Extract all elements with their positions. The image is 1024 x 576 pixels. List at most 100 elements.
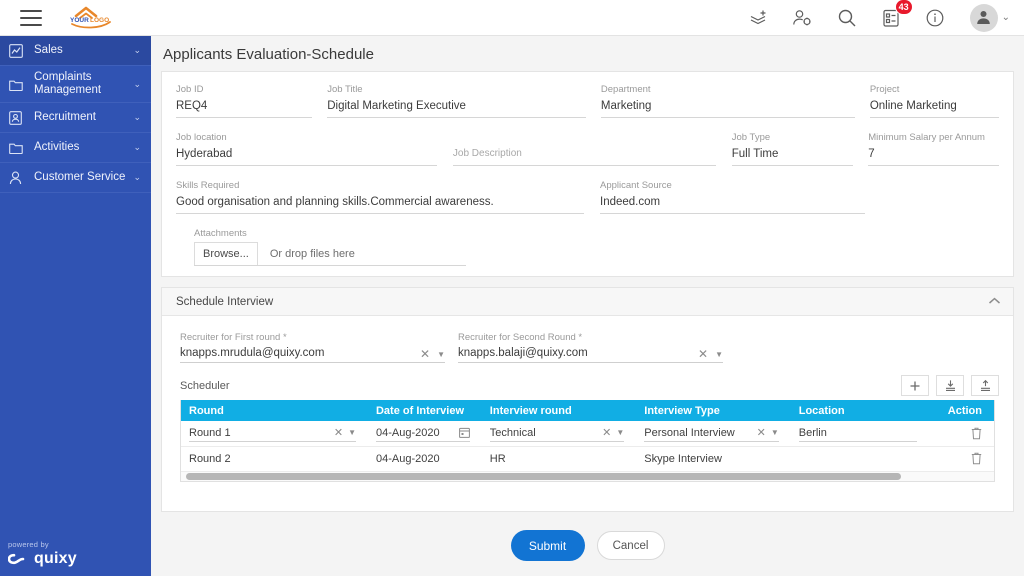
cell-action[interactable] xyxy=(928,421,994,447)
cancel-button[interactable]: Cancel xyxy=(596,531,665,560)
info-icon[interactable] xyxy=(922,5,948,31)
chevron-down-icon[interactable]: ▼ xyxy=(345,428,356,437)
table-row[interactable]: Round 1 ✕ ▼ 04-Aug-2020 Technical ✕ ▼ Pe… xyxy=(181,421,994,447)
round-value: Round 1 xyxy=(189,426,231,439)
add-layers-icon[interactable] xyxy=(746,5,772,31)
clear-icon[interactable]: ✕ xyxy=(602,426,613,439)
job-title-label: Job Title xyxy=(327,84,363,95)
brand-logo[interactable]: YOUR LOGO xyxy=(66,4,122,32)
chevron-down-icon: ⌄ xyxy=(133,172,141,182)
skills-required-value: Good organisation and planning skills.Co… xyxy=(176,196,494,208)
recruiter-first-round-label: Recruiter for First round * xyxy=(180,332,445,344)
skills-required-field[interactable]: Skills Required Good organisation and pl… xyxy=(176,180,584,214)
chevron-down-icon[interactable]: ▼ xyxy=(768,428,779,437)
field-underline xyxy=(176,117,312,118)
job-type-field[interactable]: Job Type Full Time xyxy=(731,132,853,166)
clear-icon[interactable]: ✕ xyxy=(334,426,345,439)
label-text: Recruiter for First round xyxy=(180,332,281,343)
required-marker: * xyxy=(578,332,583,343)
job-location-field[interactable]: Job location Hyderabad xyxy=(176,132,438,166)
chevron-down-icon[interactable]: ▼ xyxy=(711,350,723,362)
cell-round[interactable]: Round 1 ✕ ▼ xyxy=(181,421,368,447)
submit-button[interactable]: Submit xyxy=(510,530,585,561)
recruiter-first-round-field[interactable]: Recruiter for First round * knapps.mrudu… xyxy=(180,332,445,363)
powered-by-label: powered by xyxy=(8,540,49,549)
cell-interview-type: Skype Interview xyxy=(636,446,791,472)
job-title-field[interactable]: Job Title Digital Marketing Executive xyxy=(327,84,586,118)
sidebar-item-sales[interactable]: Sales ⌄ xyxy=(0,36,151,66)
chevron-down-icon: ⌄ xyxy=(133,112,141,122)
applicant-source-field[interactable]: Applicant Source Indeed.com xyxy=(600,180,865,214)
recruiter-second-round-label: Recruiter for Second Round * xyxy=(458,332,723,344)
interview-round-value: Technical xyxy=(489,426,536,439)
export-button[interactable] xyxy=(971,375,999,396)
attachments-label: Attachments xyxy=(194,228,247,239)
job-description-field[interactable]: . Job Description xyxy=(452,132,717,166)
sidebar-item-label: Sales xyxy=(34,44,63,56)
sidebar-item-complaints-management[interactable]: Complaints Management ⌄ xyxy=(0,66,151,103)
cell-interview-round: HR xyxy=(481,446,637,472)
job-details-card: Job ID REQ4 Job Title Digital Marketing … xyxy=(161,71,1014,277)
sidebar-item-label: Complaints Management xyxy=(34,71,102,96)
horizontal-scrollbar[interactable] xyxy=(181,471,994,481)
column-header-round: Round xyxy=(181,400,368,421)
import-button[interactable] xyxy=(936,375,964,396)
department-field[interactable]: Department Marketing xyxy=(600,84,855,118)
job-description-placeholder: Job Description xyxy=(452,148,522,159)
top-bar: YOUR LOGO 43 ⌄ xyxy=(0,0,1024,36)
cell-location[interactable]: Berlin xyxy=(790,421,929,447)
department-label: Department xyxy=(600,84,651,95)
user-settings-icon[interactable] xyxy=(790,5,816,31)
cell-date[interactable]: 04-Aug-2020 xyxy=(367,421,482,447)
page-title: Applicants Evaluation-Schedule xyxy=(163,46,374,63)
cell-interview-type[interactable]: Personal Interview ✕ ▼ xyxy=(636,421,791,447)
clear-icon[interactable]: ✕ xyxy=(757,426,768,439)
project-field[interactable]: Project Online Marketing xyxy=(869,84,999,118)
delete-icon[interactable] xyxy=(937,452,994,465)
chevron-up-icon[interactable] xyxy=(988,296,1001,308)
job-id-value: REQ4 xyxy=(176,100,208,112)
sidebar-item-customer-service[interactable]: Customer Service ⌄ xyxy=(0,163,151,193)
sidebar: Sales ⌄ Complaints Management ⌄ Recruitm… xyxy=(0,36,151,576)
scrollbar-thumb[interactable] xyxy=(186,472,901,480)
clear-icon[interactable]: ✕ xyxy=(420,347,433,362)
add-row-button[interactable] xyxy=(901,375,929,396)
quixy-logo-icon xyxy=(8,553,25,565)
delete-icon[interactable] xyxy=(937,427,994,440)
field-underline xyxy=(176,165,438,166)
chart-icon xyxy=(9,43,29,58)
job-title-value: Digital Marketing Executive xyxy=(327,100,466,112)
hamburger-icon[interactable] xyxy=(20,9,42,26)
search-icon[interactable] xyxy=(834,5,860,31)
clear-icon[interactable]: ✕ xyxy=(698,347,711,362)
browse-button[interactable]: Browse... xyxy=(194,242,258,265)
avatar xyxy=(969,3,998,32)
calendar-icon[interactable] xyxy=(455,427,470,439)
job-details-row-3: Skills Required Good organisation and pl… xyxy=(176,166,999,214)
tasks-icon[interactable]: 43 xyxy=(878,0,913,31)
chevron-down-icon[interactable]: ▼ xyxy=(613,428,624,437)
svg-text:LOGO: LOGO xyxy=(90,17,109,24)
field-underline xyxy=(600,213,865,214)
schedule-interview-header: Schedule Interview xyxy=(162,288,1013,316)
attachments-field: Attachments Browse... Or drop files here xyxy=(194,214,466,266)
sidebar-item-recruitment[interactable]: Recruitment ⌄ xyxy=(0,103,151,133)
id-card-icon xyxy=(9,110,29,125)
location-value: Berlin xyxy=(798,426,827,439)
recruiter-second-round-field[interactable]: Recruiter for Second Round * knapps.bala… xyxy=(458,332,723,363)
min-salary-field[interactable]: Minimum Salary per Annum 7 xyxy=(868,132,999,166)
folder-icon xyxy=(9,78,29,91)
avatar-menu[interactable]: ⌄ xyxy=(969,3,1010,32)
job-id-field[interactable]: Job ID REQ4 xyxy=(176,84,312,118)
sidebar-item-activities[interactable]: Activities ⌄ xyxy=(0,133,151,163)
min-salary-value: 7 xyxy=(868,148,875,160)
required-marker: * xyxy=(282,332,287,343)
chevron-down-icon[interactable]: ▼ xyxy=(433,350,445,362)
label-text: Recruiter for Second Round xyxy=(458,332,576,343)
cell-interview-round[interactable]: Technical ✕ ▼ xyxy=(481,421,637,447)
cell-action[interactable] xyxy=(928,446,994,472)
column-header-interview-type: Interview Type xyxy=(636,400,791,421)
table-row[interactable]: Round 2 04-Aug-2020 HR Skype Interview xyxy=(181,446,994,472)
column-header-date-of-interview: Date of Interview xyxy=(367,400,482,421)
powered-by-footer: powered by quixy xyxy=(8,540,77,568)
